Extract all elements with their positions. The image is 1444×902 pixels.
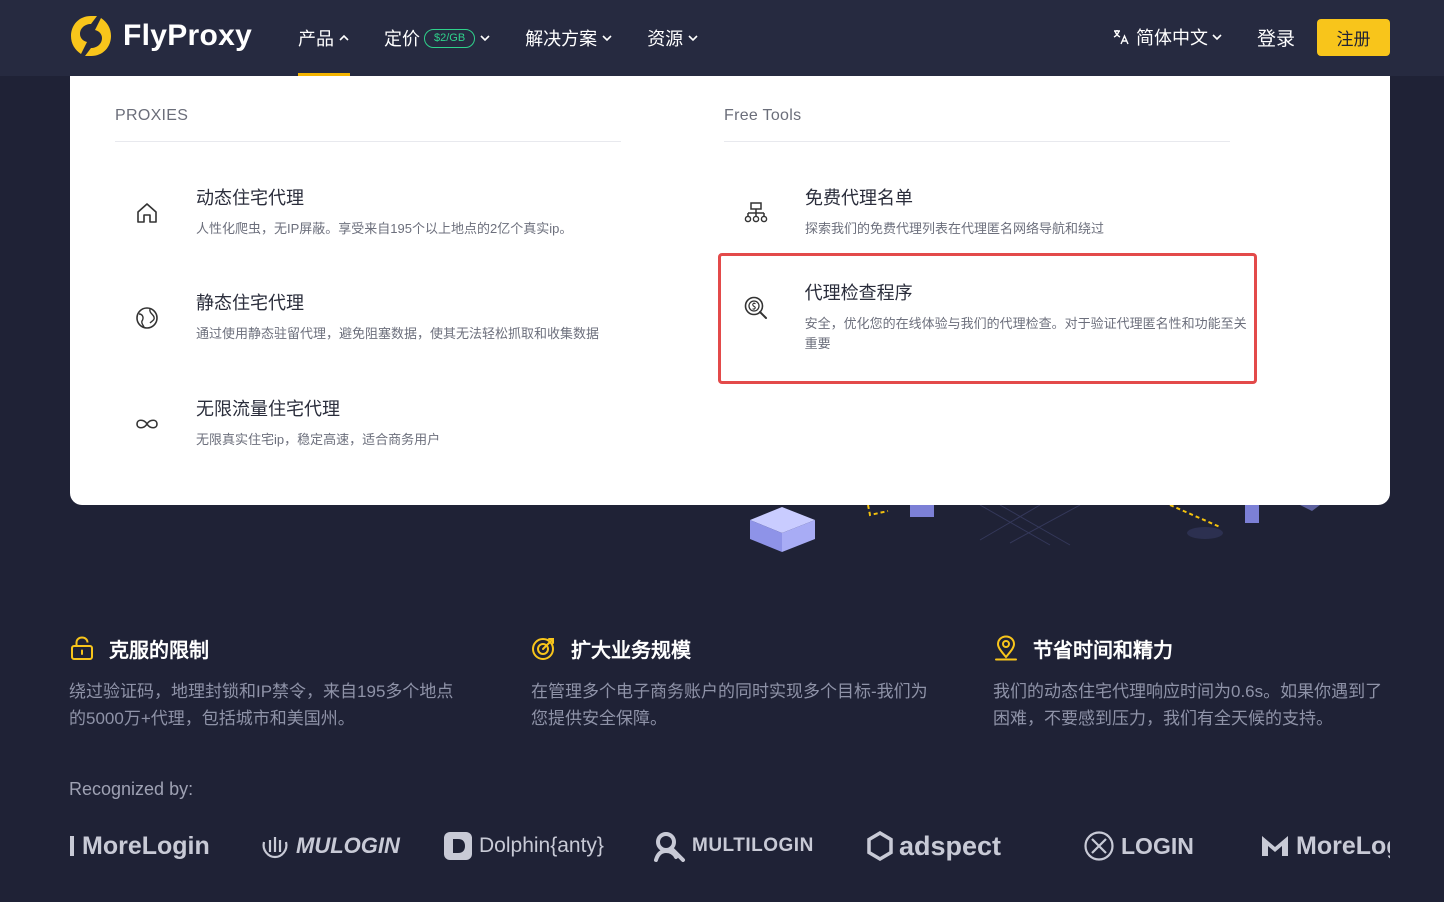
feature-save-time: 节省时间和精力 我们的动态住宅代理响应时间为0.6s。如果你遇到了困难，不要感到… [993, 634, 1393, 732]
brand-text: adspect [899, 830, 1002, 861]
lock-icon [71, 636, 93, 660]
login-link[interactable]: 登录 [1257, 24, 1295, 51]
products-dropdown: PROXIES Free Tools 动态住宅代理 人性化爬虫，无IP屏蔽。享受… [70, 76, 1390, 505]
chevron-down-icon [1212, 34, 1222, 41]
proxy-checker-icon [739, 291, 773, 325]
globe-icon [130, 301, 164, 335]
home-icon [130, 196, 164, 230]
language-label: 简体中文 [1135, 28, 1208, 48]
chevron-down-icon [602, 35, 612, 42]
menu-item-desc: 安全，优化您的在线体验与我们的代理检查。对于验证代理匿名性和功能至关重要 [804, 316, 1247, 351]
brand-text: LOGIN [1121, 832, 1194, 859]
menu-item-title: 静态住宅代理 [196, 293, 304, 313]
x-login-logo-icon [1084, 831, 1114, 861]
nav-products-label: 产品 [298, 29, 334, 49]
feature-title: 扩大业务规模 [571, 639, 691, 662]
chevron-down-icon [480, 35, 490, 42]
adspect-logo-icon [867, 831, 893, 861]
menu-item-free-proxy-list[interactable]: 免费代理名单 探索我们的免费代理列表在代理匿名网络导航和绕过 [739, 184, 1249, 239]
menu-item-title: 免费代理名单 [805, 188, 913, 208]
proxies-divider [115, 141, 621, 142]
translate-icon [1113, 30, 1129, 45]
feature-title: 节省时间和精力 [1033, 639, 1173, 662]
mulogin-logo-icon [262, 837, 288, 859]
free-tools-divider [724, 141, 1230, 142]
signup-button[interactable]: 注册 [1317, 18, 1390, 56]
brand-text: MULOGIN [296, 833, 400, 858]
hero-illustration [750, 505, 1320, 552]
nav-pricing[interactable]: 定价 $2/GB [384, 0, 491, 76]
location-pin-icon [995, 635, 1017, 661]
nav-resources-label: 资源 [647, 29, 684, 49]
brand-logo-adspect: adspect [867, 826, 1001, 866]
feature-header: 克服的限制 [69, 634, 469, 662]
menu-item-desc: 人性化爬虫，无IP屏蔽。享受来自195个以上地点的2亿个真实ip。 [196, 221, 573, 236]
top-navbar: FlyProxy 产品 定价 $2/GB 解决方案 资源 简体中文 登录 注册 [0, 0, 1444, 76]
brand-logo-mulogin: MULOGIN [260, 826, 400, 866]
feature-overcome-limits: 克服的限制 绕过验证码，地理封锁和IP禁令，来自195多个地点的5000万+代理… [69, 634, 469, 732]
menu-item-title: 代理检查程序 [804, 283, 913, 303]
brand-text: MULTILOGIN [692, 835, 814, 856]
menu-item-desc: 探索我们的免费代理列表在代理匿名网络导航和绕过 [805, 221, 1105, 236]
menu-item-static-residential[interactable]: 静态住宅代理 通过使用静态驻留代理，避免阻塞数据，使其无法轻松抓取和收集数据 [130, 289, 650, 344]
morelogin-logo-icon [70, 836, 74, 856]
flyproxy-logo-icon [71, 16, 111, 56]
brand-name: FlyProxy [123, 19, 253, 52]
dolphin-logo-icon [444, 832, 472, 860]
feature-header: 扩大业务规模 [531, 634, 931, 662]
menu-item-desc: 通过使用静态驻留代理，避免阻塞数据，使其无法轻松抓取和收集数据 [196, 326, 600, 341]
feature-header: 节省时间和精力 [993, 634, 1393, 662]
feature-scale-business: 扩大业务规模 在管理多个电子商务账户的同时实现多个目标-我们为您提供安全保障。 [531, 634, 931, 732]
partner-logos: MoreLogin MULOGIN Dolphin{anty} MULTILOG… [70, 826, 1390, 866]
nav-products[interactable]: 产品 [298, 0, 350, 76]
brand-logo-morelogin: MoreLogin [70, 826, 210, 866]
brand-logo[interactable]: FlyProxy [69, 14, 252, 58]
main-nav: 产品 定价 $2/GB 解决方案 资源 [298, 0, 733, 76]
brand-text: Dolphin{anty} [479, 834, 604, 857]
menu-item-desc: 无限真实住宅ip，稳定高速，适合商务用户 [196, 432, 441, 447]
proxies-heading: PROXIES [115, 107, 189, 124]
brand-logo-multilogin: MULTILOGIN [652, 826, 814, 866]
chevron-up-icon [339, 34, 349, 41]
recognized-by-label: Recognized by: [69, 779, 194, 799]
nav-pricing-label: 定价 [384, 29, 420, 49]
feature-desc: 我们的动态住宅代理响应时间为0.6s。如果你遇到了困难，不要感到压力，我们有全天… [993, 682, 1383, 728]
morelogin-logo-icon [1262, 836, 1288, 856]
menu-item-proxy-checker[interactable]: 代理检查程序 安全，优化您的在线体验与我们的代理检查。对于验证代理匿名性和功能至… [739, 279, 1249, 354]
feature-desc: 在管理多个电子商务账户的同时实现多个目标-我们为您提供安全保障。 [531, 682, 928, 728]
menu-item-title: 动态住宅代理 [196, 188, 304, 208]
nav-resources[interactable]: 资源 [647, 0, 699, 76]
brand-logo-x-login: LOGIN [1083, 826, 1194, 866]
brand-logo-dolphin-anty: Dolphin{anty} [443, 826, 604, 866]
infinity-icon [130, 407, 164, 441]
nav-solutions[interactable]: 解决方案 [525, 0, 613, 76]
brand-text: MoreLogin [1296, 831, 1390, 860]
menu-item-rotating-residential[interactable]: 动态住宅代理 人性化爬虫，无IP屏蔽。享受来自195个以上地点的2亿个真实ip。 [130, 184, 650, 239]
account-nav: 简体中文 登录 注册 [1112, 18, 1390, 56]
feature-desc: 绕过验证码，地理封锁和IP禁令，来自195多个地点的5000万+代理，包括城市和… [69, 682, 454, 728]
brand-text: MoreLogin [82, 831, 210, 860]
feature-title: 克服的限制 [109, 639, 209, 662]
menu-item-unlimited-residential[interactable]: 无限流量住宅代理 无限真实住宅ip，稳定高速，适合商务用户 [130, 395, 650, 450]
multilogin-logo-icon [654, 832, 685, 862]
free-tools-heading: Free Tools [724, 107, 802, 124]
nav-solutions-label: 解决方案 [525, 29, 598, 49]
brand-logo-morelogin-repeat: MoreLogin [1260, 826, 1390, 866]
price-badge: $2/GB [424, 28, 476, 48]
language-selector[interactable]: 简体中文 [1112, 24, 1229, 50]
network-icon [739, 196, 773, 230]
target-icon [532, 638, 554, 660]
chevron-down-icon [688, 35, 698, 42]
menu-item-title: 无限流量住宅代理 [196, 399, 340, 419]
